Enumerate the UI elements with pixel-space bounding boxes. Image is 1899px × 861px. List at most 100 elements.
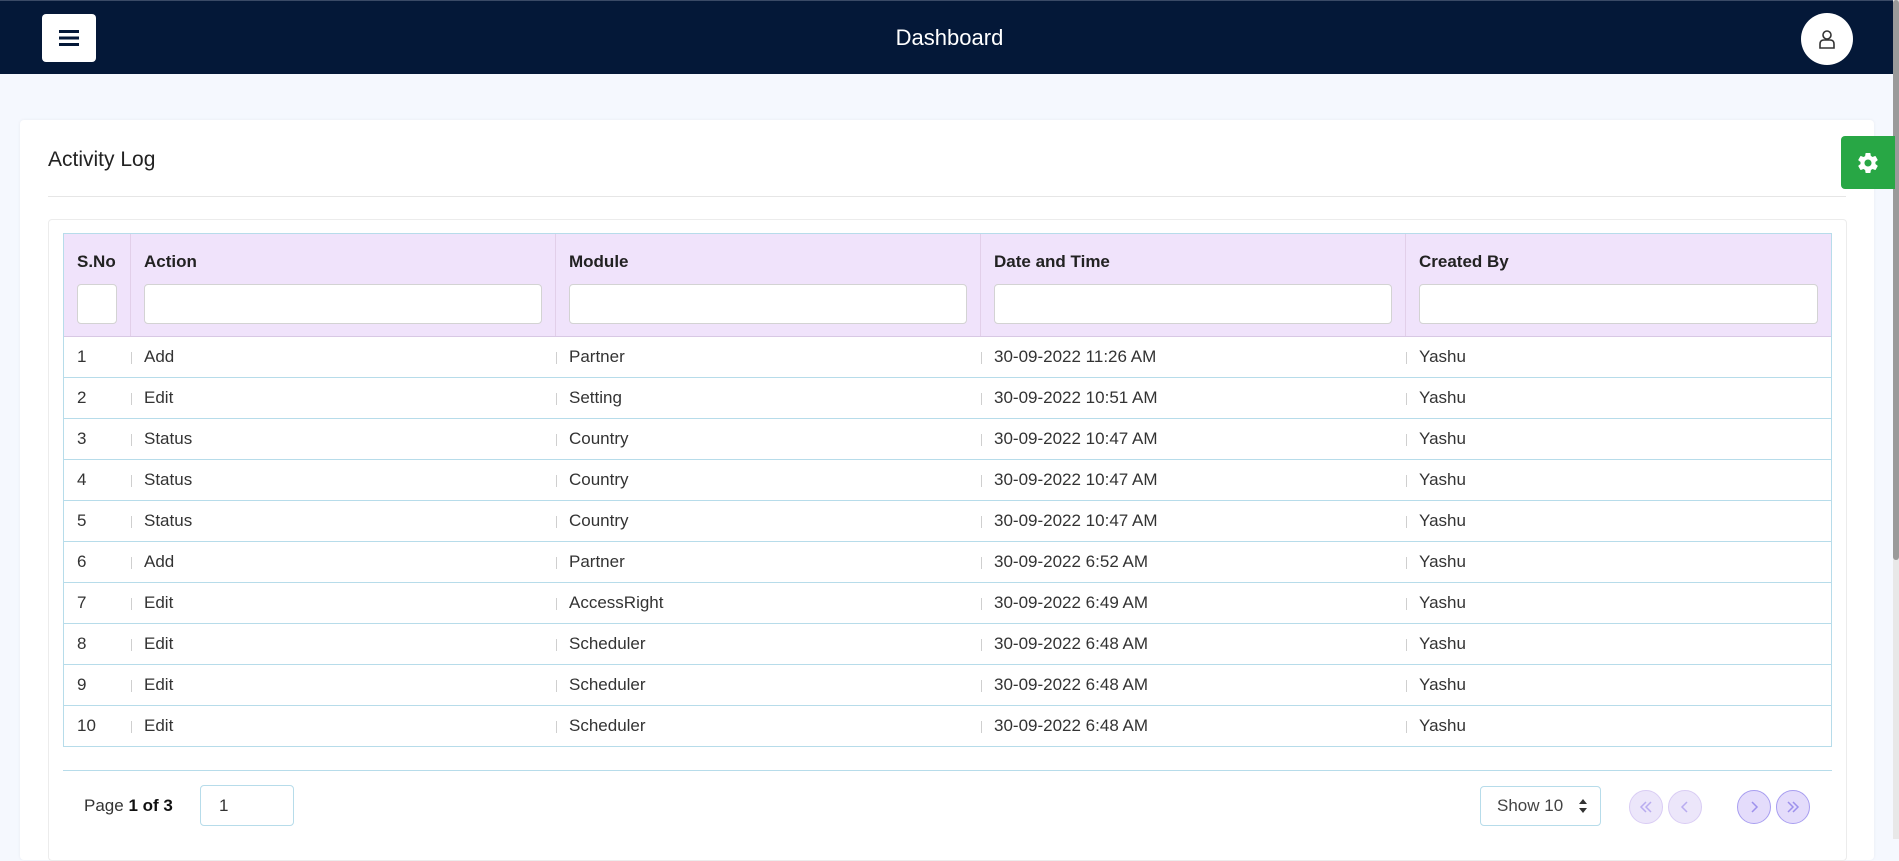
cell-action: Status [131, 419, 556, 459]
cell-sno: 2 [77, 388, 87, 407]
double-chevron-left-icon [1639, 801, 1652, 813]
cell-action: Edit [131, 378, 556, 418]
filter-input-created-by[interactable] [1419, 284, 1818, 324]
page-size-select[interactable]: Show 10 [1480, 786, 1601, 826]
next-page-button[interactable] [1737, 790, 1771, 824]
cell-module: Country [556, 460, 981, 500]
cell-created-by: Yashu [1406, 419, 1831, 459]
cell-date-time: 30-09-2022 10:47 AM [981, 419, 1406, 459]
scrollbar-thumb[interactable] [1893, 0, 1899, 560]
page-indicator: Page 1 of 3 [84, 796, 173, 816]
cell-date-time: 30-09-2022 10:51 AM [981, 378, 1406, 418]
user-icon [1819, 30, 1835, 49]
cell-action: Edit [131, 706, 556, 746]
card-title: Activity Log [48, 148, 156, 171]
cell-module: Partner [556, 542, 981, 582]
top-navbar: Dashboard [0, 0, 1899, 74]
chevron-right-icon [1751, 801, 1759, 813]
settings-button[interactable] [1841, 136, 1895, 189]
cell-module: Partner [556, 337, 981, 377]
cell-date-time: 30-09-2022 6:52 AM [981, 542, 1406, 582]
table-body: 1 Add Partner 30-09-2022 11:26 AM Yashu … [64, 336, 1831, 746]
previous-page-button[interactable] [1668, 790, 1702, 824]
cell-created-by: Yashu [1406, 460, 1831, 500]
cell-created-by: Yashu [1406, 583, 1831, 623]
cell-module: Scheduler [556, 706, 981, 746]
page-prefix-label: Page [84, 796, 124, 815]
cell-module: AccessRight [556, 583, 981, 623]
page-size-label: Show 10 [1497, 796, 1564, 815]
cell-action: Status [131, 501, 556, 541]
column-header-label: S.No [77, 252, 116, 271]
card-divider [48, 196, 1846, 197]
column-action: Action [131, 234, 556, 336]
cell-created-by: Yashu [1406, 378, 1831, 418]
column-created-by: Created By [1406, 234, 1831, 336]
page-title: Dashboard [895, 25, 1004, 50]
user-profile-button[interactable] [1801, 13, 1853, 65]
table-row[interactable]: 9 Edit Scheduler 30-09-2022 6:48 AM Yash… [64, 664, 1831, 705]
cell-created-by: Yashu [1406, 337, 1831, 377]
table-row[interactable]: 2 Edit Setting 30-09-2022 10:51 AM Yashu [64, 377, 1831, 418]
table-row[interactable]: 7 Edit AccessRight 30-09-2022 6:49 AM Ya… [64, 582, 1831, 623]
filter-input-date-time[interactable] [994, 284, 1392, 324]
cell-sno: 7 [77, 593, 87, 612]
table-row[interactable]: 10 Edit Scheduler 30-09-2022 6:48 AM Yas… [64, 705, 1831, 746]
cell-sno: 3 [77, 429, 87, 448]
page-scrollbar[interactable] [1893, 0, 1899, 839]
cell-sno: 4 [77, 470, 87, 489]
page-number-input[interactable] [200, 785, 294, 826]
cell-module: Scheduler [556, 665, 981, 705]
cell-created-by: Yashu [1406, 501, 1831, 541]
cell-date-time: 30-09-2022 6:48 AM [981, 624, 1406, 664]
column-header-label: Created By [1419, 252, 1509, 271]
cell-module: Scheduler [556, 624, 981, 664]
double-chevron-right-icon [1787, 801, 1800, 813]
cell-created-by: Yashu [1406, 542, 1831, 582]
table-row[interactable]: 4 Status Country 30-09-2022 10:47 AM Yas… [64, 459, 1831, 500]
column-header-label: Module [569, 252, 629, 271]
last-page-button[interactable] [1776, 790, 1810, 824]
table-header: S.No Action Module Date and Time Created… [64, 234, 1831, 336]
cell-action: Add [131, 542, 556, 582]
cell-created-by: Yashu [1406, 706, 1831, 746]
cell-sno: 1 [77, 347, 87, 366]
cell-module: Setting [556, 378, 981, 418]
column-date-time: Date and Time [981, 234, 1406, 336]
cell-module: Country [556, 419, 981, 459]
cell-date-time: 30-09-2022 6:48 AM [981, 665, 1406, 705]
first-page-button[interactable] [1629, 790, 1663, 824]
cell-sno: 9 [77, 675, 87, 694]
table-row[interactable]: 3 Status Country 30-09-2022 10:47 AM Yas… [64, 418, 1831, 459]
filter-input-sno[interactable] [77, 284, 117, 324]
filter-input-action[interactable] [144, 284, 542, 324]
column-header-label: Date and Time [994, 252, 1110, 271]
cell-date-time: 30-09-2022 10:47 AM [981, 460, 1406, 500]
cell-date-time: 30-09-2022 11:26 AM [981, 337, 1406, 377]
chevron-left-icon [1680, 801, 1688, 813]
cell-action: Status [131, 460, 556, 500]
page-count-label: 1 of 3 [128, 796, 173, 815]
table-row[interactable]: 8 Edit Scheduler 30-09-2022 6:48 AM Yash… [64, 623, 1831, 664]
pagination-divider [63, 770, 1832, 771]
table-row[interactable]: 5 Status Country 30-09-2022 10:47 AM Yas… [64, 500, 1831, 541]
column-header-label: Action [144, 252, 197, 271]
table-row[interactable]: 6 Add Partner 30-09-2022 6:52 AM Yashu [64, 541, 1831, 582]
activity-log-table: S.No Action Module Date and Time Created… [63, 233, 1832, 747]
cell-created-by: Yashu [1406, 665, 1831, 705]
cell-date-time: 30-09-2022 10:47 AM [981, 501, 1406, 541]
cell-sno: 6 [77, 552, 87, 571]
filter-input-module[interactable] [569, 284, 967, 324]
column-module: Module [556, 234, 981, 336]
cell-action: Add [131, 337, 556, 377]
cell-sno: 5 [77, 511, 87, 530]
column-sno: S.No [64, 234, 131, 336]
cell-module: Country [556, 501, 981, 541]
cell-created-by: Yashu [1406, 624, 1831, 664]
cell-date-time: 30-09-2022 6:49 AM [981, 583, 1406, 623]
cell-sno: 10 [77, 716, 96, 735]
cell-action: Edit [131, 583, 556, 623]
cell-action: Edit [131, 665, 556, 705]
sort-arrows-icon [1579, 799, 1587, 813]
table-row[interactable]: 1 Add Partner 30-09-2022 11:26 AM Yashu [64, 336, 1831, 377]
